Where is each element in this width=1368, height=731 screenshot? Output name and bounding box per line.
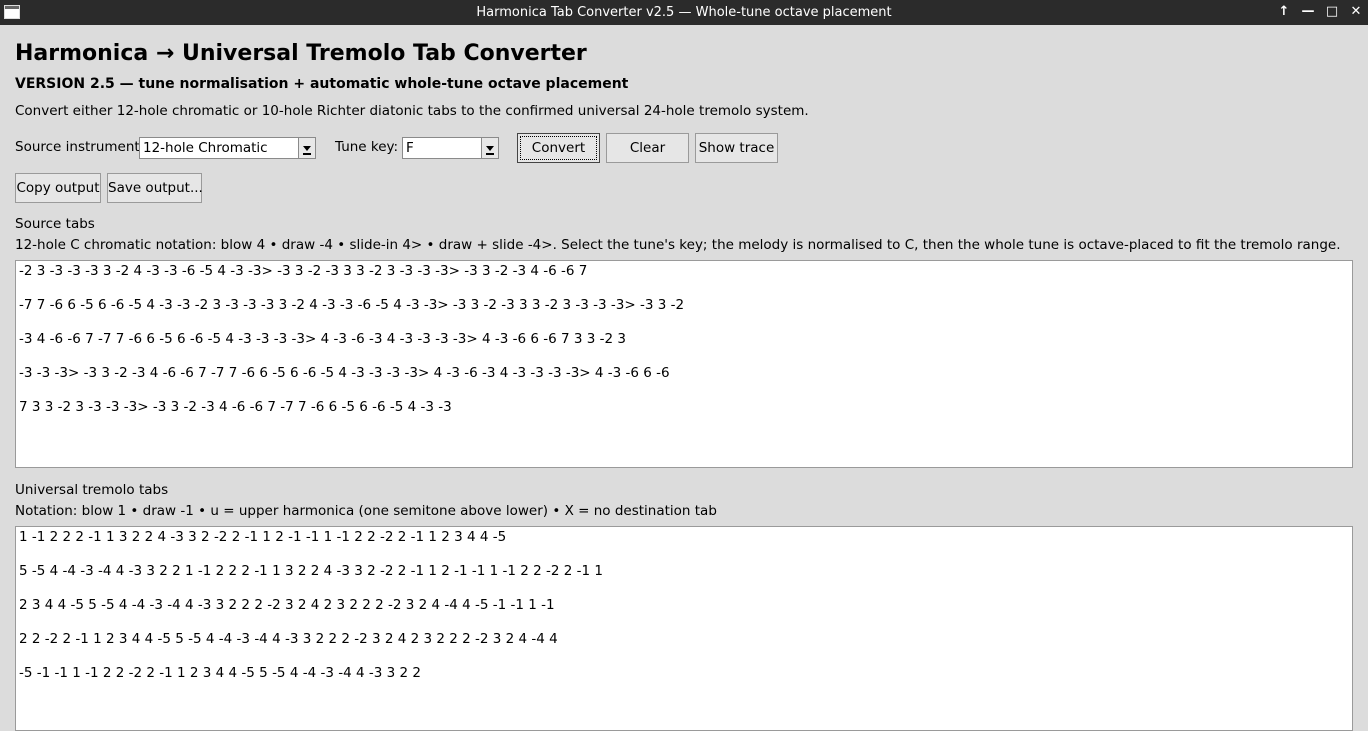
source-tab-line: -3 -3 -3> -3 3 -2 -3 4 -6 -6 7 -7 7 -6 6… [19, 365, 670, 381]
source-notation-hint: 12-hole C chromatic notation: blow 4 • d… [15, 237, 1341, 253]
source-instrument-select[interactable]: 12-hole Chromatic [139, 137, 316, 159]
source-tabs-input[interactable]: -2 3 -3 -3 -3 3 -2 4 -3 -3 -6 -5 4 -3 -3… [15, 260, 1353, 468]
save-output-button[interactable]: Save output... [107, 173, 203, 203]
output-tab-line: 1 -1 2 2 2 -1 1 3 2 2 4 -3 3 2 -2 2 -1 1… [19, 529, 507, 545]
source-tabs-label: Source tabs [15, 216, 95, 232]
app-window: Harmonica Tab Converter v2.5 — Whole-tun… [0, 0, 1368, 731]
chevron-down-icon[interactable] [481, 138, 498, 158]
page-description: Convert either 12-hole chromatic or 10-h… [15, 103, 809, 119]
chevron-down-icon[interactable] [298, 138, 315, 158]
output-notation-hint: Notation: blow 1 • draw -1 • u = upper h… [15, 503, 717, 519]
page-title: Harmonica → Universal Tremolo Tab Conver… [15, 41, 587, 66]
output-tab-line: 2 3 4 4 -5 5 -5 4 -4 -3 -4 4 -3 3 2 2 2 … [19, 597, 555, 613]
close-icon[interactable]: ✕ [1345, 2, 1367, 22]
keep-above-icon[interactable]: ↑ [1273, 2, 1295, 22]
source-tab-line: 7 3 3 -2 3 -3 -3 -3> -3 3 -2 -3 4 -6 -6 … [19, 399, 452, 415]
copy-output-button[interactable]: Copy output [15, 173, 101, 203]
clear-button[interactable]: Clear [606, 133, 689, 163]
source-instrument-label: Source instrument: [15, 139, 145, 155]
window-title: Harmonica Tab Converter v2.5 — Whole-tun… [476, 5, 892, 20]
source-instrument-value: 12-hole Chromatic [143, 140, 268, 156]
tune-key-select[interactable]: F [402, 137, 499, 159]
output-tabs-text[interactable]: 1 -1 2 2 2 -1 1 3 2 2 4 -3 3 2 -2 2 -1 1… [15, 526, 1353, 731]
show-trace-button[interactable]: Show trace [695, 133, 778, 163]
output-tab-line: 5 -5 4 -4 -3 -4 4 -3 3 2 2 1 -1 2 2 2 -1… [19, 563, 603, 579]
output-tabs-label: Universal tremolo tabs [15, 482, 169, 498]
maximize-icon[interactable]: □ [1321, 2, 1343, 22]
convert-button[interactable]: Convert [517, 133, 600, 163]
tune-key-value: F [406, 140, 414, 156]
output-tab-line: 2 2 -2 2 -1 1 2 3 4 4 -5 5 -5 4 -4 -3 -4… [19, 631, 558, 647]
title-bar[interactable]: Harmonica Tab Converter v2.5 — Whole-tun… [0, 0, 1368, 25]
output-tab-line: -5 -1 -1 1 -1 2 2 -2 2 -1 1 2 3 4 4 -5 5… [19, 665, 421, 681]
version-subtitle: VERSION 2.5 — tune normalisation + autom… [15, 76, 629, 92]
source-tab-line: -7 7 -6 6 -5 6 -6 -5 4 -3 -3 -2 3 -3 -3 … [19, 297, 685, 313]
source-tab-line: -2 3 -3 -3 -3 3 -2 4 -3 -3 -6 -5 4 -3 -3… [19, 263, 588, 279]
main-content: Harmonica → Universal Tremolo Tab Conver… [15, 25, 1353, 731]
source-tab-line: -3 4 -6 -6 7 -7 7 -6 6 -5 6 -6 -5 4 -3 -… [19, 331, 626, 347]
tune-key-label: Tune key: [335, 139, 399, 155]
minimize-icon[interactable]: — [1297, 2, 1319, 22]
